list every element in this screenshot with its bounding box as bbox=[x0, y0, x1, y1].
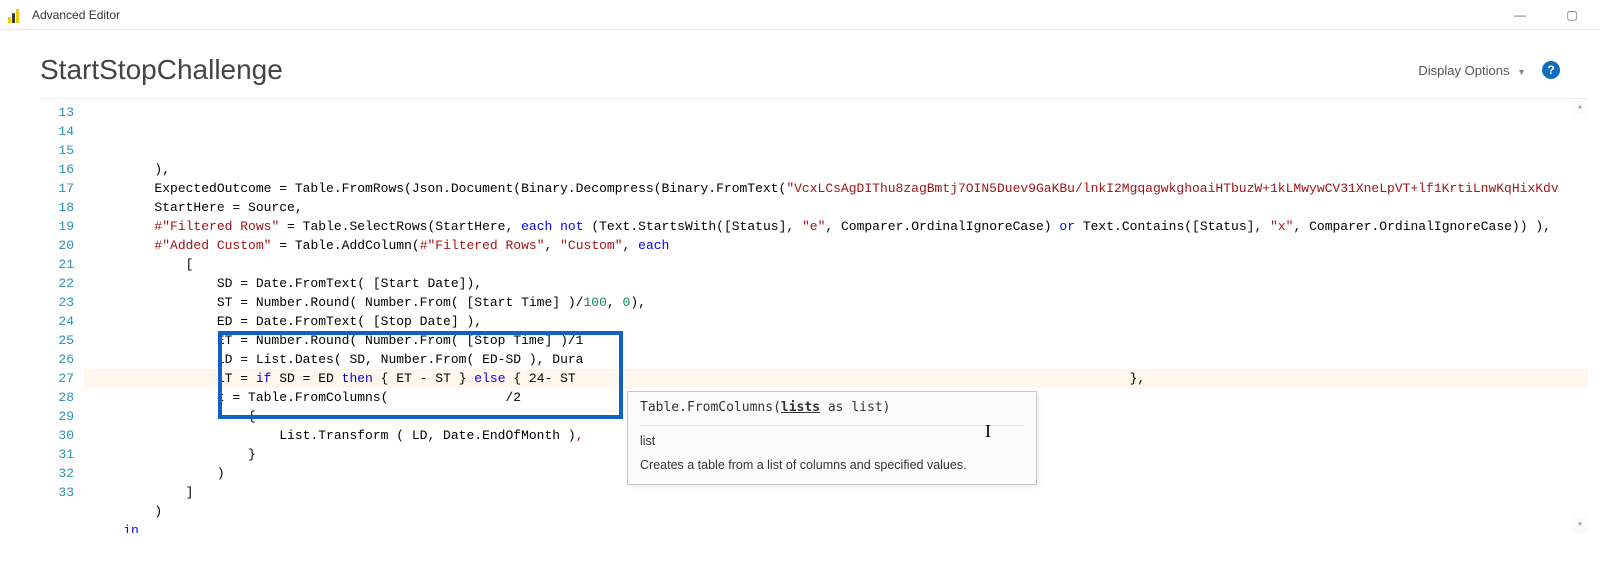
tooltip-type: list bbox=[640, 434, 1024, 448]
scroll-down-button[interactable]: ▾ bbox=[1572, 517, 1588, 533]
text-cursor-icon bbox=[985, 423, 987, 441]
tooltip-signature: Table.FromColumns(lists as list) bbox=[640, 400, 1024, 415]
tooltip-description: Creates a table from a list of columns a… bbox=[640, 458, 1024, 472]
intellisense-tooltip: Table.FromColumns(lists as list) list Cr… bbox=[627, 391, 1037, 485]
line-number: 27 bbox=[40, 369, 74, 388]
code-line[interactable]: ExpectedOutcome = Table.FromRows(Json.Do… bbox=[92, 179, 1588, 198]
help-icon[interactable]: ? bbox=[1542, 61, 1560, 79]
code-line[interactable]: ] bbox=[92, 483, 1588, 502]
code-line[interactable]: ) bbox=[92, 502, 1588, 521]
line-number: 19 bbox=[40, 217, 74, 236]
line-number: 24 bbox=[40, 312, 74, 331]
code-line[interactable]: StartHere = Source, bbox=[92, 198, 1588, 217]
line-number: 14 bbox=[40, 122, 74, 141]
code-line[interactable]: #"Added Custom" = Table.AddColumn(#"Filt… bbox=[92, 236, 1588, 255]
line-number: 16 bbox=[40, 160, 74, 179]
display-options-label: Display Options bbox=[1418, 63, 1509, 78]
code-line[interactable]: LT = if SD = ED then { ET - ST } else { … bbox=[92, 369, 1588, 388]
line-number: 13 bbox=[40, 103, 74, 122]
line-number: 25 bbox=[40, 331, 74, 350]
line-number: 18 bbox=[40, 198, 74, 217]
code-line[interactable]: ED = Date.FromText( [Stop Date] ), bbox=[92, 312, 1588, 331]
code-line[interactable]: in bbox=[92, 521, 1588, 533]
query-name: StartStopChallenge bbox=[40, 54, 283, 86]
maximize-button[interactable]: ▢ bbox=[1558, 8, 1586, 22]
scroll-up-button[interactable]: ▴ bbox=[1572, 99, 1588, 115]
line-number: 15 bbox=[40, 141, 74, 160]
code-line[interactable]: LD = List.Dates( SD, Number.From( ED-SD … bbox=[92, 350, 1588, 369]
window-title: Advanced Editor bbox=[32, 8, 120, 22]
window-controls: — ▢ bbox=[1506, 8, 1592, 22]
line-number: 33 bbox=[40, 483, 74, 502]
line-number: 17 bbox=[40, 179, 74, 198]
line-number: 21 bbox=[40, 255, 74, 274]
code-line[interactable]: ET = Number.Round( Number.From( [Stop Ti… bbox=[92, 331, 1588, 350]
title-bar: Advanced Editor — ▢ bbox=[0, 0, 1600, 30]
code-line[interactable]: SD = Date.FromText( [Start Date]), bbox=[92, 274, 1588, 293]
code-line[interactable]: [ bbox=[92, 255, 1588, 274]
line-number: 31 bbox=[40, 445, 74, 464]
code-line[interactable]: ST = Number.Round( Number.From( [Start T… bbox=[92, 293, 1588, 312]
code-line[interactable]: ), bbox=[92, 160, 1588, 179]
powerbi-icon bbox=[8, 7, 24, 23]
code-line[interactable]: #"Filtered Rows" = Table.SelectRows(Star… bbox=[92, 217, 1588, 236]
display-options-dropdown[interactable]: Display Options ▼ bbox=[1418, 63, 1526, 78]
line-number: 23 bbox=[40, 293, 74, 312]
line-number: 26 bbox=[40, 350, 74, 369]
chevron-down-icon: ▼ bbox=[1517, 67, 1526, 77]
line-number: 32 bbox=[40, 464, 74, 483]
code-editor[interactable]: 1314151617181920212223242526272829303132… bbox=[40, 98, 1588, 533]
line-number: 22 bbox=[40, 274, 74, 293]
line-number: 29 bbox=[40, 407, 74, 426]
line-number: 30 bbox=[40, 426, 74, 445]
line-gutter: 1314151617181920212223242526272829303132… bbox=[40, 99, 84, 533]
editor-header: StartStopChallenge Display Options ▼ ? bbox=[0, 30, 1600, 98]
line-number: 28 bbox=[40, 388, 74, 407]
line-number: 20 bbox=[40, 236, 74, 255]
minimize-button[interactable]: — bbox=[1506, 8, 1534, 22]
